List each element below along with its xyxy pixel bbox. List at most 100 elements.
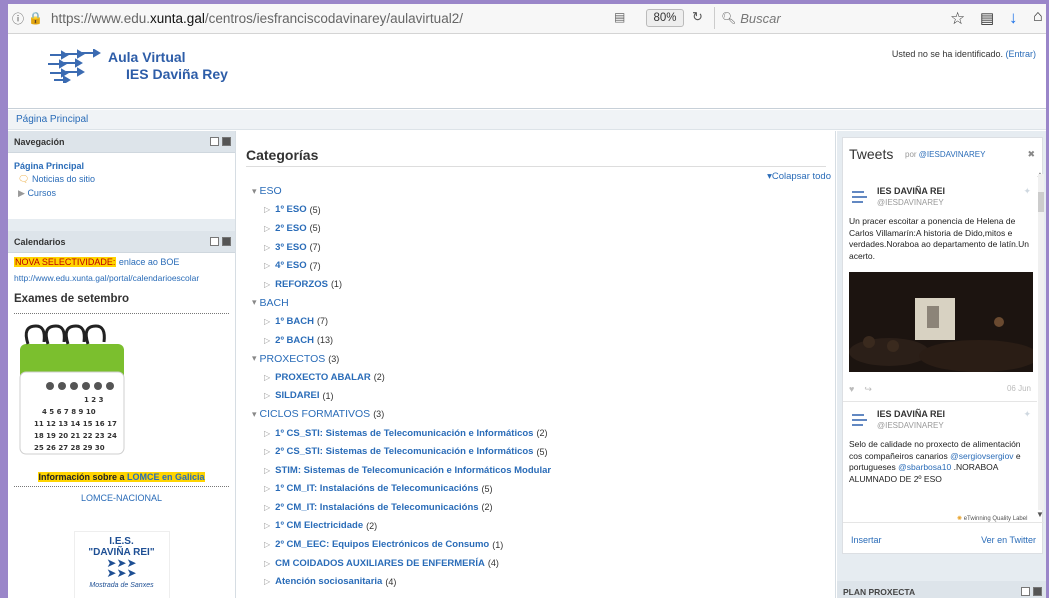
mention-link[interactable]: @sbarbosa10 xyxy=(898,462,951,472)
selectividade-link[interactable]: NOVA SELECTIVIDADE: enlace ao BOE xyxy=(14,257,229,267)
insert-timeline-link[interactable]: Insertar xyxy=(851,535,882,545)
collapsed-triangle-icon[interactable]: ▷ xyxy=(264,447,270,456)
info-icon[interactable]: ✖︎ xyxy=(1027,149,1035,160)
lomce-nacional-link[interactable]: LOMCE-NACIONAL xyxy=(14,493,229,503)
collapsed-triangle-icon[interactable]: ▷ xyxy=(264,466,270,475)
tweet-author-handle[interactable]: @IESDAVINAREY xyxy=(877,421,944,430)
site-title[interactable]: Aula Virtual xyxy=(108,49,186,65)
reader-view-icon[interactable]: ▤ xyxy=(614,10,625,24)
category-label[interactable]: 1º CM Electricidade xyxy=(275,520,363,531)
mention-link[interactable]: @sergiovsergiov xyxy=(950,451,1013,461)
collapsed-triangle-icon[interactable]: ▷ xyxy=(264,280,270,289)
category-group[interactable]: ▾ PROXECTOS (3) xyxy=(252,349,812,368)
collapsed-triangle-icon[interactable]: ▷ xyxy=(264,577,270,586)
tweet-date[interactable]: 06 Jun xyxy=(1007,384,1031,393)
address-bar[interactable]: ⓘ 🔒 https://www.edu.xunta.gal/centros/ie… xyxy=(12,7,712,29)
view-on-twitter-link[interactable]: Ver en Twitter xyxy=(981,535,1036,545)
avatar[interactable] xyxy=(849,409,871,431)
share-icon[interactable]: ↪ xyxy=(864,384,872,394)
category-label[interactable]: CICLOS FORMATIVOS xyxy=(260,408,371,420)
expanded-triangle-icon[interactable]: ▾ xyxy=(252,186,257,197)
collapsed-triangle-icon[interactable]: ▷ xyxy=(264,429,270,438)
download-icon[interactable]: ↓ xyxy=(1009,8,1018,28)
collapsed-triangle-icon[interactable]: ▷ xyxy=(264,521,270,530)
category-label[interactable]: ESO xyxy=(260,185,282,197)
collapsed-triangle-icon[interactable]: ▷ xyxy=(264,224,270,233)
ies-logo[interactable]: I.E.S. "DAVIÑA REI" ➤➤➤ ➤➤➤ Mostrada de S… xyxy=(73,531,170,598)
home-icon[interactable]: ⌂ xyxy=(1033,8,1043,26)
category-label[interactable]: 3º ESO xyxy=(275,242,306,253)
category-label[interactable]: BACH xyxy=(260,297,289,309)
tweet-author-handle[interactable]: @IESDAVINAREY xyxy=(877,198,944,207)
avatar[interactable] xyxy=(849,186,871,208)
dock-block-icon[interactable] xyxy=(222,237,231,246)
category-item[interactable]: ▷ 3º ESO (7) xyxy=(252,238,812,257)
category-label[interactable]: CM COIDADOS AUXILIARES DE ENFERMERÍA xyxy=(275,558,485,569)
tweet-photo[interactable] xyxy=(849,272,1033,372)
like-heart-icon[interactable]: ♥ xyxy=(849,384,854,394)
reload-icon[interactable]: ↻ xyxy=(692,9,703,25)
category-label[interactable]: REFORZOS xyxy=(275,279,328,290)
twitter-bird-icon[interactable]: ✦ xyxy=(1023,409,1031,420)
info-icon[interactable]: ⓘ xyxy=(12,10,24,27)
category-group[interactable]: ▾ CICLOS FORMATIVOS (3) xyxy=(252,405,812,424)
collapsed-triangle-icon[interactable]: ▷ xyxy=(264,484,270,493)
collapsed-triangle-icon[interactable]: ▷ xyxy=(264,243,270,252)
collapse-block-icon[interactable] xyxy=(210,237,219,246)
category-item[interactable]: ▷ 2º CM_EEC: Equipos Electrónicos de Cons… xyxy=(252,535,812,554)
category-item[interactable]: ▷ 2º CS_STI: Sistemas de Telecomunicación… xyxy=(252,442,812,461)
collapsed-triangle-icon[interactable]: ▷ xyxy=(264,503,270,512)
collapse-all-link[interactable]: Colapsar todo xyxy=(767,171,831,182)
collapsed-triangle-icon[interactable]: ▷ xyxy=(264,540,270,549)
category-item[interactable]: ▷ 1º BACH (7) xyxy=(252,312,812,331)
category-label[interactable]: 2º CS_STI: Sistemas de Telecomunicación … xyxy=(275,446,533,457)
category-item[interactable]: ▷ 4º ESO (7) xyxy=(252,256,812,275)
category-item[interactable]: ▷ 1º CS_STI: Sistemas de Telecomunicación… xyxy=(252,424,812,443)
category-label[interactable]: 2º CM_EEC: Equipos Electrónicos de Consu… xyxy=(275,539,489,550)
category-label[interactable]: PROXECTO ABALAR xyxy=(275,372,371,383)
tweets-scrollbar[interactable] xyxy=(1038,174,1044,510)
collapsed-triangle-icon[interactable]: ▷ xyxy=(264,261,270,270)
category-label[interactable]: 1º CS_STI: Sistemas de Telecomunicación … xyxy=(275,428,533,439)
library-icon[interactable]: ▤ xyxy=(980,9,994,27)
category-label[interactable]: 1º BACH xyxy=(275,316,314,327)
category-item[interactable]: ▷ REFORZOS (1) xyxy=(252,275,812,294)
collapsed-triangle-icon[interactable]: ▷ xyxy=(264,391,270,400)
site-subtitle[interactable]: IES Daviña Rey xyxy=(126,66,228,82)
bookmark-star-icon[interactable]: ☆ xyxy=(950,9,965,29)
collapse-block-icon[interactable] xyxy=(1021,587,1030,596)
category-label[interactable]: 2º BACH xyxy=(275,335,314,346)
collapsed-triangle-icon[interactable]: ▷ xyxy=(264,205,270,214)
category-item[interactable]: ▷ 2º BACH (13) xyxy=(252,331,812,350)
collapsed-triangle-icon[interactable]: ▷ xyxy=(264,336,270,345)
breadcrumb-home[interactable]: Página Principal xyxy=(16,114,88,125)
category-group[interactable]: ▾ ESO xyxy=(252,182,812,201)
nav-item-courses[interactable]: ▶ Cursos xyxy=(14,188,229,199)
category-item[interactable]: ▷ Atención sociosanitaria (4) xyxy=(252,572,812,591)
category-item[interactable]: ▷ 1º CM Electricidade (2) xyxy=(252,517,812,536)
category-label[interactable]: 2º ESO xyxy=(275,223,306,234)
category-item[interactable]: ▷ 1º CM_IT: Instalacións de Telecomunicac… xyxy=(252,480,812,499)
zoom-indicator[interactable]: 80% xyxy=(646,9,684,27)
category-label[interactable]: STIM: Sistemas de Telecomunicación e Inf… xyxy=(275,465,551,476)
etwinning-badge[interactable]: ✺ eTwinning Quality Label xyxy=(957,515,1027,522)
calendario-escolar-link[interactable]: http://www.edu.xunta.gal/portal/calendar… xyxy=(14,273,229,283)
category-item[interactable]: ▷ CM COIDADOS AUXILIARES DE ENFERMERÍA (4) xyxy=(252,554,812,573)
collapse-block-icon[interactable] xyxy=(210,137,219,146)
category-item[interactable]: ▷ 2º ESO (5) xyxy=(252,219,812,238)
lock-warning-icon[interactable]: 🔒 xyxy=(28,11,43,25)
category-item[interactable]: ▷ SILDAREI (1) xyxy=(252,387,812,406)
category-group[interactable]: ▾ BACH xyxy=(252,294,812,313)
url-text[interactable]: https://www.edu.xunta.gal/centros/iesfra… xyxy=(51,11,463,26)
category-item[interactable]: ▷ 2º CM_IT: Instalacións de Telecomunicac… xyxy=(252,498,812,517)
nav-item-news[interactable]: 🗨︎ Noticias do sitio xyxy=(14,174,229,185)
expanded-triangle-icon[interactable]: ▾ xyxy=(252,297,257,308)
collapsed-triangle-icon[interactable]: ▷ xyxy=(264,373,270,382)
category-label[interactable]: 1º ESO xyxy=(275,204,306,215)
scroll-down-icon[interactable]: ▼ xyxy=(1036,510,1044,519)
expanded-triangle-icon[interactable]: ▾ xyxy=(252,409,257,420)
collapsed-triangle-icon[interactable]: ▷ xyxy=(264,559,270,568)
nav-home-link[interactable]: Página Principal xyxy=(14,161,229,171)
category-item[interactable]: ▷ PROXECTO ABALAR (2) xyxy=(252,368,812,387)
category-label[interactable]: SILDAREI xyxy=(275,390,319,401)
